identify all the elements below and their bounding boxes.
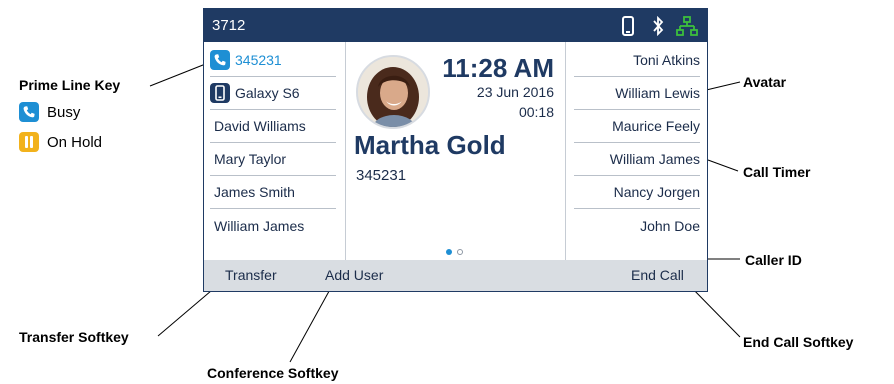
caller-number: 345231 [356,167,407,184]
speed-dial-panel: Toni Atkins William Lewis Maurice Feely … [566,42,707,260]
busy-legend-label: Busy [47,103,81,121]
end-call-softkey-callout: End Call Softkey [743,334,854,350]
end-call-softkey[interactable]: End Call [631,267,684,283]
on-hold-legend: On Hold [19,132,102,152]
line-key-mary-taylor[interactable]: Mary Taylor [210,143,336,176]
phone-screen: 3712 345231 Galaxy S6 David Williams Mar… [203,8,708,292]
status-bar: 3712 [204,9,707,42]
line-key-william-james[interactable]: William James [210,209,336,242]
speed-dial-key[interactable]: William James [574,143,700,176]
prime-line-key[interactable]: 345231 [210,44,336,77]
speed-dial-key[interactable]: Toni Atkins [574,44,700,77]
line-keys-panel: 345231 Galaxy S6 David Williams Mary Tay… [204,42,345,260]
line-key-label: William James [214,217,305,234]
line-key-label: Mary Taylor [214,151,287,167]
on-hold-legend-label: On Hold [47,133,103,151]
call-date: 23 Jun 2016 [476,84,554,100]
call-timer: 00:18 [518,104,554,120]
extension-number: 3712 [212,17,246,34]
page-indicator-inactive [457,249,463,255]
call-timer-callout: Call Timer [743,164,811,180]
avatar-callout: Avatar [743,74,787,90]
transfer-softkey-callout: Transfer Softkey [19,329,129,345]
call-clock: 11:28 AM [442,53,554,83]
line-key-james-smith[interactable]: James Smith [210,176,336,209]
line-key-label: Galaxy S6 [235,85,300,101]
speed-dial-key[interactable]: Maurice Feely [574,110,700,143]
softkey-bar: Transfer Add User End Call [204,260,707,291]
speed-dial-key[interactable]: William Lewis [574,77,700,110]
transfer-softkey[interactable]: Transfer [225,267,277,283]
phone-busy-icon [19,102,39,122]
line-key-david-williams[interactable]: David Williams [210,110,336,143]
prime-line-key-callout: Prime Line Key [19,77,121,93]
conference-softkey-callout: Conference Softkey [207,365,339,381]
speed-dial-key[interactable]: Nancy Jorgen [574,176,700,209]
line-key-label: James Smith [214,184,295,200]
bluetooth-icon [653,16,664,36]
caller-avatar [356,55,430,129]
busy-legend: Busy [19,102,80,122]
phone-busy-icon [210,50,230,70]
caller-id-callout: Caller ID [745,252,802,268]
mobile-device-icon [210,83,230,103]
line-key-galaxy-s6[interactable]: Galaxy S6 [210,77,336,110]
add-user-softkey[interactable]: Add User [325,267,383,283]
caller-name: Martha Gold [354,130,506,160]
avatar-photo [358,57,428,127]
line-key-label: David Williams [214,118,306,134]
page-indicator-active [446,249,452,255]
column-divider [345,42,346,260]
mobile-phone-icon [622,16,634,36]
network-icon [676,16,698,36]
hold-icon [19,132,39,152]
speed-dial-key[interactable]: John Doe [574,209,700,242]
line-key-label: 345231 [235,52,282,68]
